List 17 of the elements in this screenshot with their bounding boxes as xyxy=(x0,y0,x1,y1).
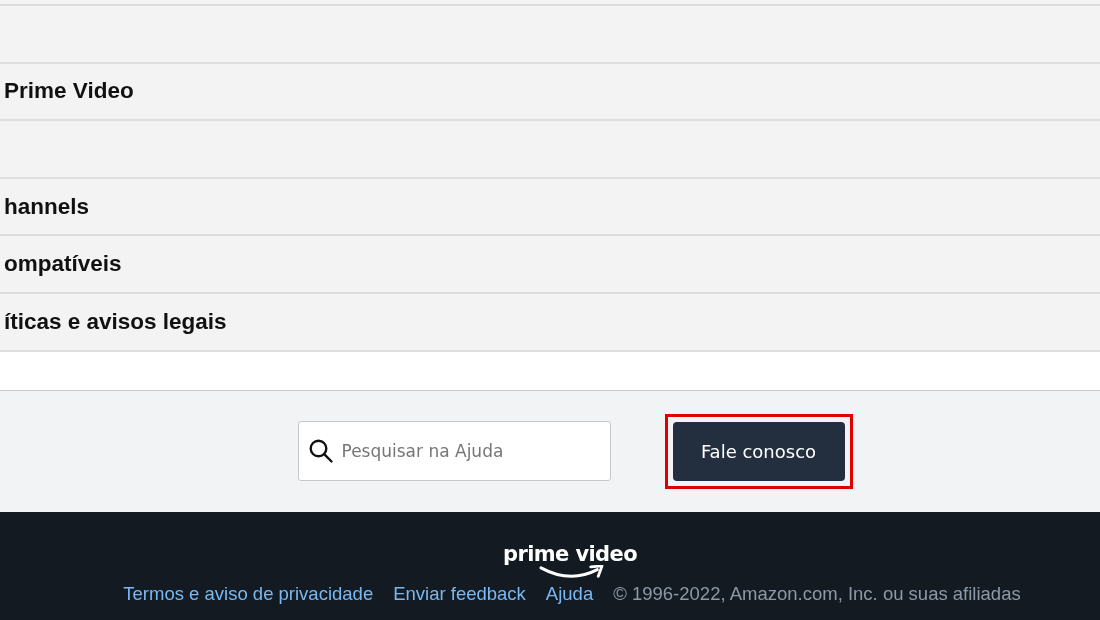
logo-wordmark: prime video xyxy=(503,541,637,566)
accordion-row-title: Prime Video xyxy=(3,78,134,105)
footer-link[interactable]: Ajuda xyxy=(545,582,594,605)
contact-button[interactable]: Fale conosco xyxy=(672,421,845,481)
accordion-row-title: ompatíveis xyxy=(3,251,122,278)
accordion-row[interactable]: íticas e avisos legais xyxy=(0,291,1100,350)
search-icon xyxy=(308,439,333,464)
accordion-row[interactable]: ompatíveis xyxy=(0,234,1100,292)
accordion-row-title: hannels xyxy=(3,193,90,220)
footer-link[interactable]: Enviar feedback xyxy=(393,582,526,605)
accordion-row[interactable]: hannels xyxy=(0,176,1100,235)
accordion-row[interactable]: Prime Video xyxy=(0,61,1100,120)
search-field[interactable]: Pesquisar na Ajuda xyxy=(297,421,611,482)
copyright-text: © 1996-2022, Amazon.com, Inc. ou suas afiliadas xyxy=(613,582,1021,605)
smile-arrow-icon xyxy=(538,564,606,580)
accordion-row-title: íticas e avisos legais xyxy=(3,308,227,335)
footer-link[interactable]: Termos e aviso de privacidade xyxy=(123,582,374,605)
